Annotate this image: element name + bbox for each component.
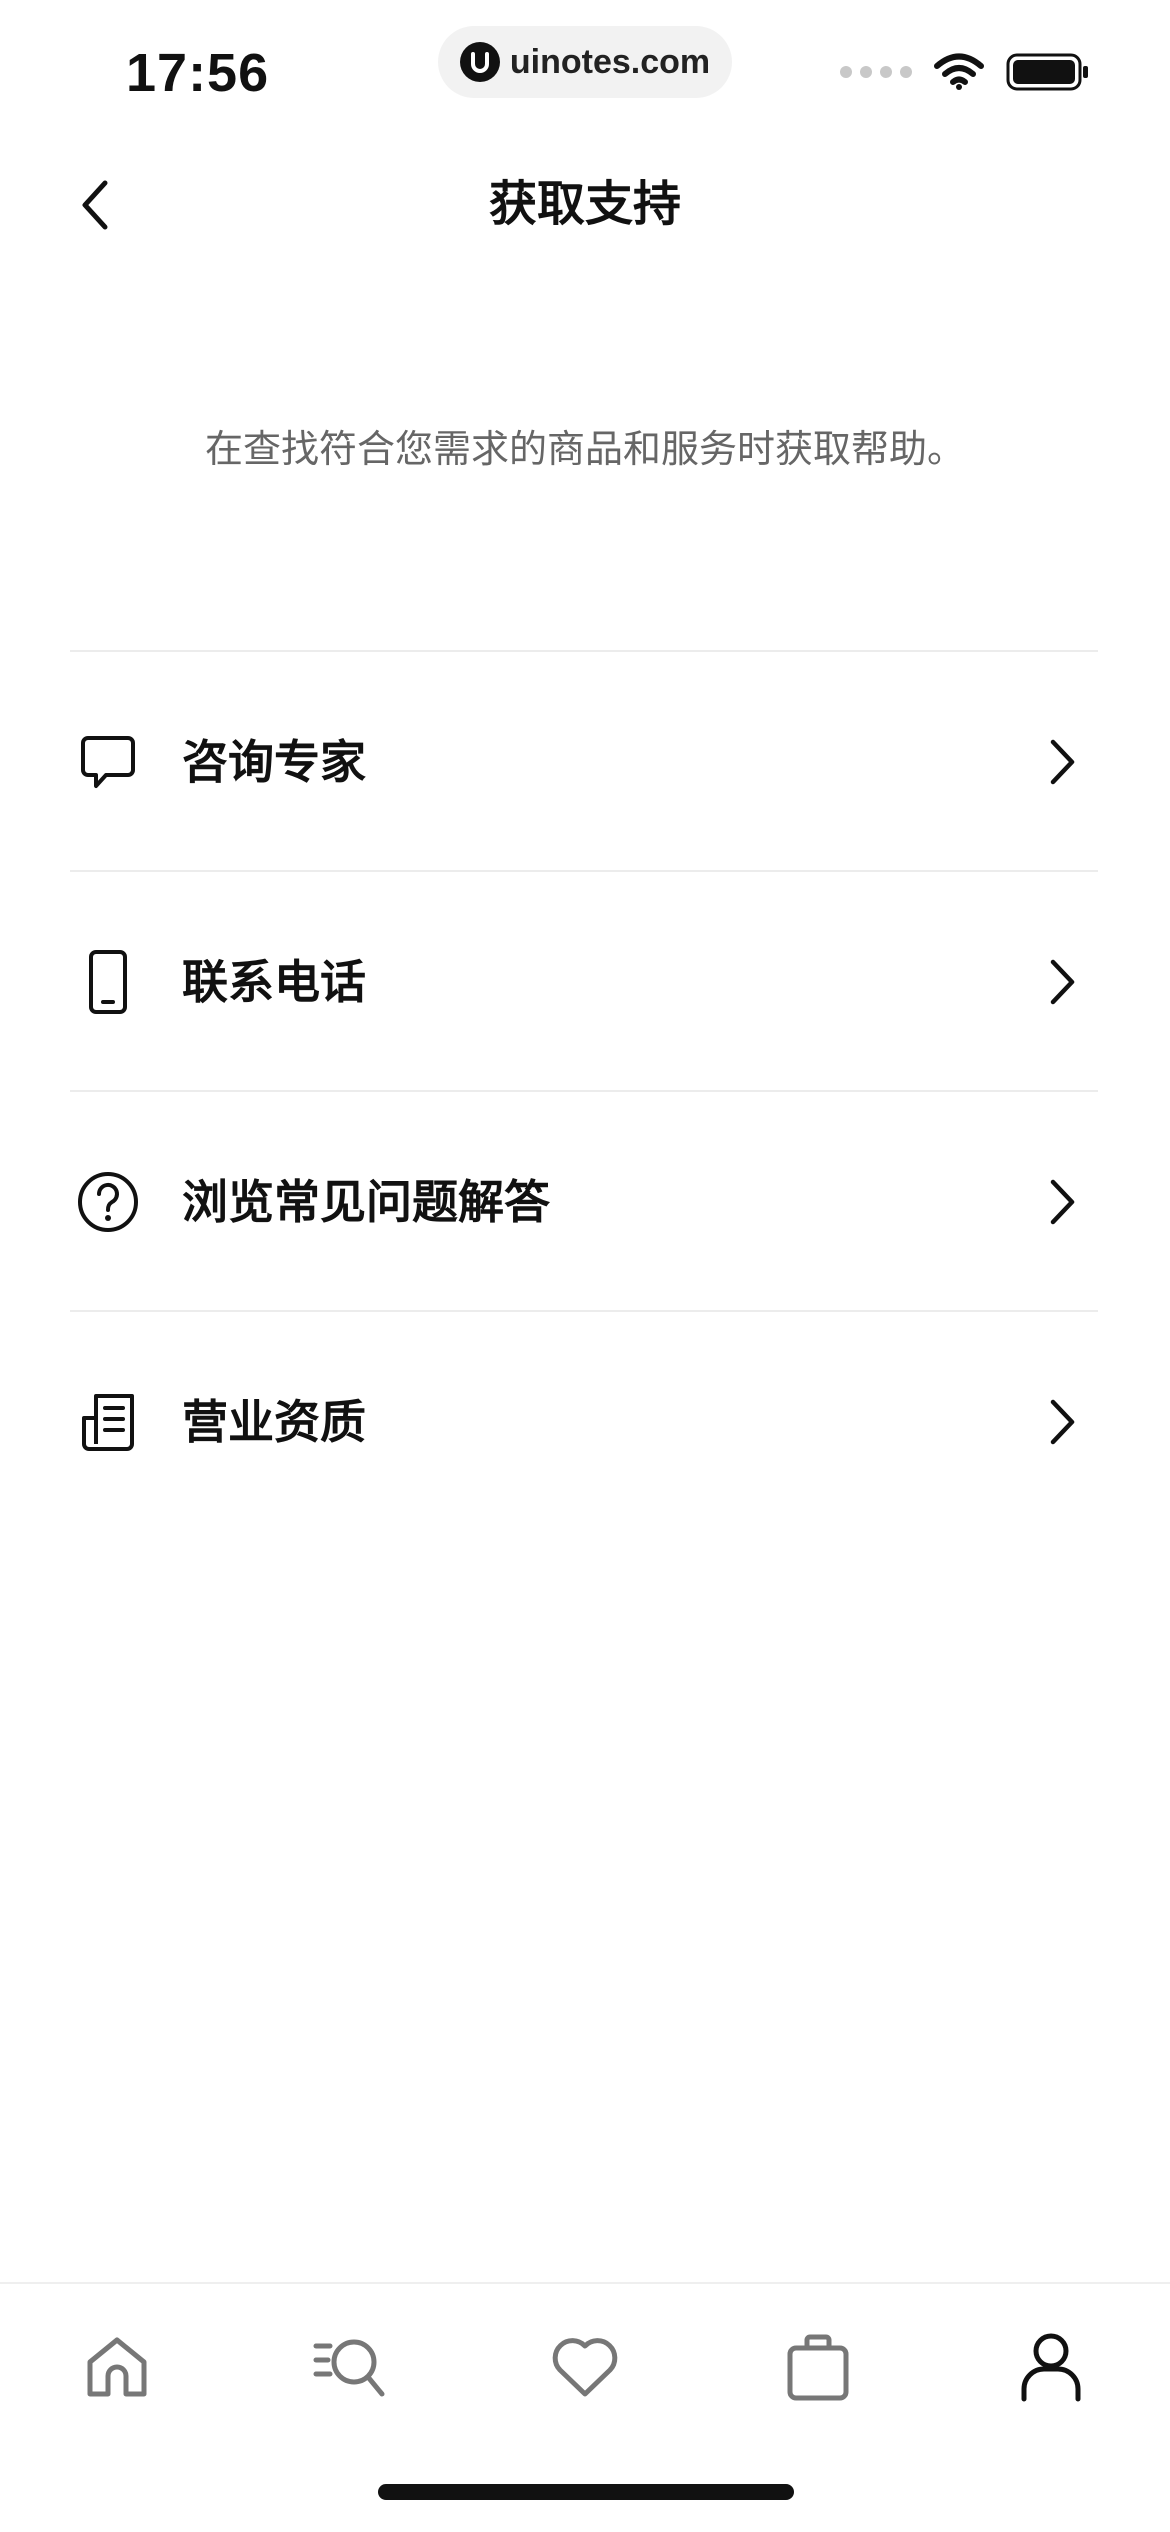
item-label: 联系电话: [182, 955, 366, 1009]
home-icon: [87, 2337, 147, 2397]
tab-bag[interactable]: [773, 2322, 863, 2412]
document-icon: [76, 1390, 140, 1454]
chevron-right-icon: [1042, 1176, 1082, 1228]
item-label: 咨询专家: [182, 735, 366, 789]
wifi-icon: [934, 53, 984, 90]
tab-search[interactable]: [305, 2322, 395, 2412]
heart-icon: [552, 2338, 618, 2397]
chat-bubble-icon: [76, 730, 140, 794]
item-label: 浏览常见问题解答: [182, 1175, 550, 1229]
support-item-contact-phone[interactable]: 联系电话: [70, 870, 1098, 1090]
chevron-right-icon: [1042, 1396, 1082, 1448]
support-item-consult-expert[interactable]: 咨询专家: [70, 650, 1098, 870]
support-item-faq[interactable]: 浏览常见问题解答: [70, 1090, 1098, 1310]
url-text: uinotes.com: [509, 42, 711, 81]
battery-icon: [1006, 53, 1088, 91]
support-item-business-license[interactable]: 营业资质: [70, 1310, 1098, 1530]
tab-favorites[interactable]: [540, 2322, 630, 2412]
intro-text: 在查找符合您需求的商品和服务时获取帮助。: [204, 427, 965, 471]
phone-icon: [76, 950, 140, 1014]
status-icons: [840, 52, 1090, 92]
status-time: 17:56: [126, 43, 270, 103]
home-indicator[interactable]: [378, 2484, 794, 2500]
chevron-right-icon: [1042, 736, 1082, 788]
question-circle-icon: [76, 1170, 140, 1234]
item-label: 营业资质: [182, 1395, 366, 1449]
page-title: 获取支持: [488, 176, 681, 232]
chevron-right-icon: [1042, 956, 1082, 1008]
status-bar: 17:56 uinotes.com: [0, 0, 1170, 120]
tab-profile[interactable]: [1006, 2322, 1096, 2412]
search-list-icon: [313, 2339, 385, 2397]
url-pill[interactable]: uinotes.com: [438, 26, 732, 98]
bag-icon: [787, 2334, 849, 2401]
profile-icon: [1021, 2333, 1081, 2402]
signal-icon: [840, 66, 912, 78]
support-list: 咨询专家 联系电话 浏览常见问题解答 营业资质: [70, 650, 1098, 1530]
site-logo-icon: [459, 42, 500, 82]
tab-home[interactable]: [72, 2322, 162, 2412]
nav-bar: 获取支持: [0, 150, 1170, 260]
